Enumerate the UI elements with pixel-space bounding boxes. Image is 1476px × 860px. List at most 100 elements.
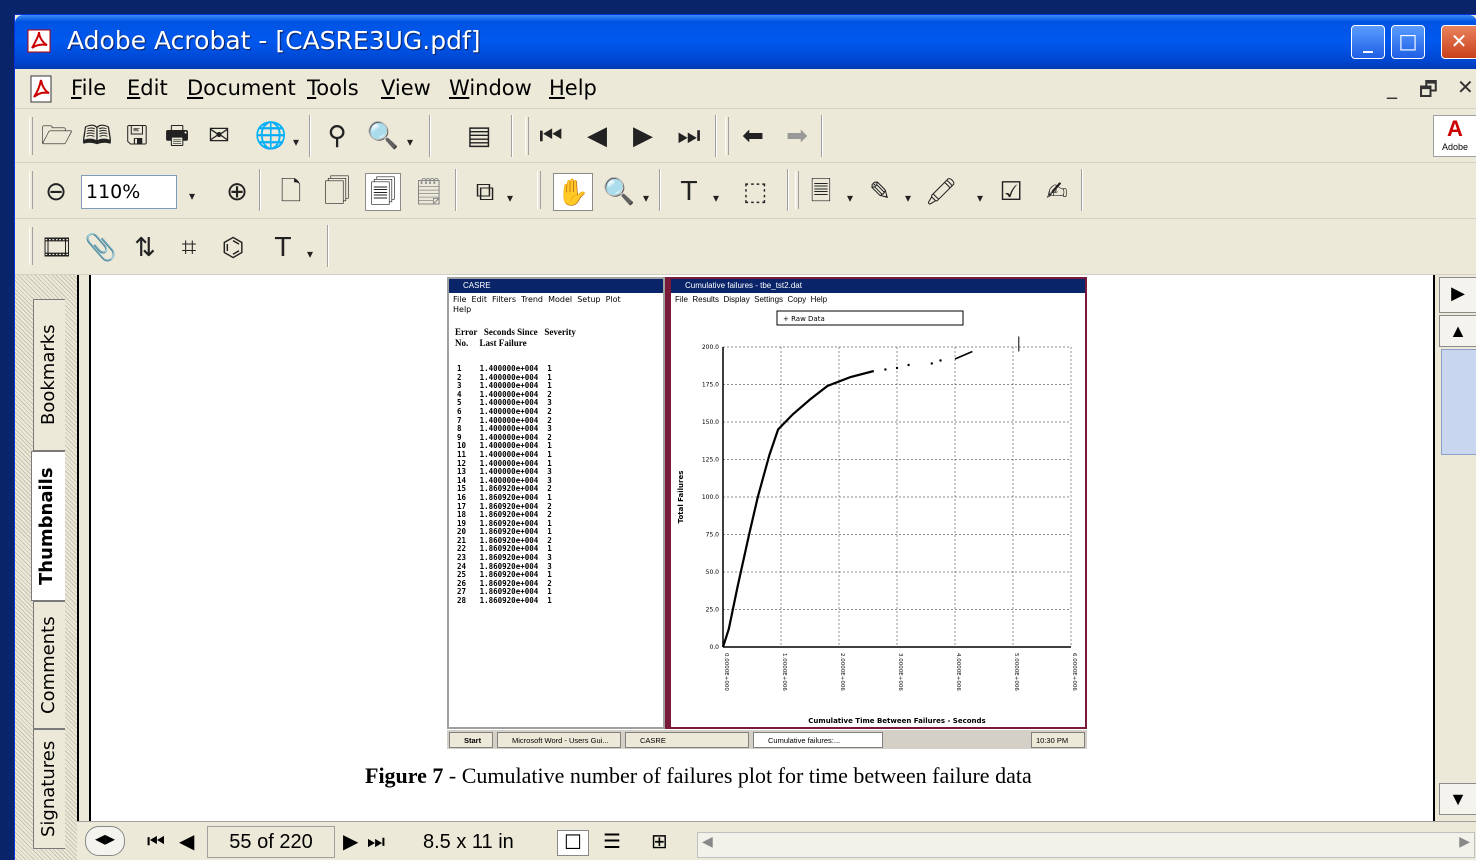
zoom-dropdown-chevron-icon[interactable]: ▾: [189, 189, 195, 203]
previous-page-icon[interactable]: ◀: [579, 117, 615, 155]
page-number-field[interactable]: 55 of 220: [207, 826, 335, 858]
adobe-logo[interactable]: A Adobe: [1433, 115, 1476, 157]
rotate-view-icon[interactable]: ⧉: [467, 173, 503, 211]
menu-view[interactable]: View: [381, 76, 431, 100]
continuous-facing-icon[interactable]: ⊞: [651, 830, 668, 854]
actual-size-icon[interactable]: 🗋: [273, 173, 309, 211]
menu-edit[interactable]: Edit: [127, 76, 168, 100]
zoom-input[interactable]: 110%: [81, 175, 177, 209]
tab-signatures[interactable]: Signatures: [33, 729, 65, 849]
previous-page-icon[interactable]: ◀: [179, 830, 194, 854]
toolbar-grip[interactable]: [29, 227, 33, 265]
minimize-button[interactable]: _: [1351, 25, 1385, 59]
tab-thumbnails[interactable]: Thumbnails: [31, 451, 65, 601]
pencil-tool-icon[interactable]: ✎: [865, 173, 895, 211]
toolbar-grip[interactable]: [525, 117, 529, 155]
save-icon[interactable]: 🖫: [119, 117, 155, 155]
chevron-down-icon[interactable]: ▾: [713, 191, 719, 205]
tab-bookmarks[interactable]: Bookmarks: [33, 299, 65, 451]
mdi-restore-button[interactable]: 🗗: [1419, 75, 1438, 109]
document-pane[interactable]: CASRE File Edit Filters Trend Model Setu…: [77, 275, 1435, 821]
web-icon[interactable]: 🌐: [253, 117, 289, 155]
chevron-down-icon[interactable]: ▾: [905, 191, 911, 205]
hand-tool-icon[interactable]: ✋: [553, 173, 593, 211]
snapshot-icon[interactable]: ⬚: [737, 173, 773, 211]
y-tick-label: 175.0: [702, 382, 719, 389]
menu-window[interactable]: Window: [449, 76, 532, 100]
horizontal-scrollbar[interactable]: ◀ ▶: [697, 832, 1475, 858]
single-page-icon[interactable]: ☐: [557, 830, 589, 856]
toolbar-edit: 🎞 📎 ⇅ ⌗ ⌬ T ▾: [15, 219, 1476, 275]
binoculars-icon[interactable]: ⚲: [319, 117, 355, 155]
fit-page-icon[interactable]: 🗍: [319, 173, 355, 211]
first-page-icon[interactable]: ⏮: [147, 830, 165, 854]
maximize-button[interactable]: □: [1391, 25, 1425, 59]
scroll-down-button[interactable]: ▼: [1439, 783, 1476, 815]
scroll-thumb[interactable]: [1441, 349, 1476, 455]
web-capture-icon[interactable]: 🕮: [79, 117, 115, 155]
menu-tools[interactable]: Tools: [307, 76, 359, 100]
x-tick-label: 1.0000E+006: [781, 653, 787, 691]
last-page-icon[interactable]: ⏭: [671, 117, 707, 155]
sign-icon[interactable]: ✍: [1039, 173, 1075, 211]
highlight-tool-icon[interactable]: 🖍: [923, 173, 959, 211]
text-select-icon[interactable]: T: [671, 173, 707, 211]
menu-file[interactable]: File: [71, 76, 106, 100]
crop-tool-icon[interactable]: ⌗: [171, 229, 207, 267]
chevron-down-icon[interactable]: ▾: [977, 191, 983, 205]
chevron-down-icon[interactable]: ▾: [407, 135, 413, 149]
touchup-text-icon[interactable]: T: [265, 229, 301, 267]
email-icon[interactable]: ✉: [201, 117, 237, 155]
title-bar: Adobe Acrobat - [CASRE3UG.pdf] _ □ ✕: [15, 15, 1476, 69]
spell-check-icon[interactable]: ☑: [993, 173, 1029, 211]
casre-data-rows: 1 1.400000e+004 12 1.400000e+004 13 1.40…: [457, 364, 552, 606]
menu-document[interactable]: Document: [187, 76, 296, 100]
scroll-up-button[interactable]: ▲: [1439, 315, 1476, 347]
toggle-navigation-icon[interactable]: ◂▸: [85, 826, 125, 856]
y-tick-label: 150.0: [702, 419, 719, 426]
attach-icon[interactable]: 📎: [83, 229, 119, 267]
open-folder-icon[interactable]: 🗁: [39, 117, 75, 155]
vertical-scrollbar[interactable]: ▶ ▲ ▼: [1435, 275, 1476, 821]
scroll-left-icon[interactable]: ◀: [702, 833, 713, 850]
toolbar-grip[interactable]: [725, 117, 729, 155]
zoom-out-icon[interactable]: ⊖: [41, 173, 71, 211]
continuous-icon[interactable]: ☰: [603, 830, 621, 854]
note-tool-icon[interactable]: 🗏: [803, 173, 839, 211]
casre-table-header: Error Seconds Since Severity No. Last Fa…: [455, 327, 576, 348]
next-page-icon[interactable]: ▶: [343, 830, 358, 854]
scroll-right-icon[interactable]: ▶: [1459, 833, 1470, 850]
go-back-icon[interactable]: ⬅: [735, 117, 771, 155]
touchup-object-icon[interactable]: ⌬: [215, 229, 251, 267]
toolbar-grip[interactable]: [795, 171, 799, 209]
tab-comments[interactable]: Comments: [33, 601, 65, 729]
close-button[interactable]: ✕: [1441, 25, 1476, 59]
menu-help[interactable]: Help: [549, 76, 597, 100]
toolbar-grip[interactable]: [537, 171, 541, 209]
first-page-icon[interactable]: ⏮: [533, 117, 569, 155]
y-tick-label: 25.0: [706, 607, 720, 614]
fit-width-icon[interactable]: 🗐: [365, 173, 401, 211]
chevron-down-icon[interactable]: ▾: [847, 191, 853, 205]
mdi-close-button[interactable]: ✕: [1457, 75, 1474, 99]
chevron-down-icon[interactable]: ▾: [307, 247, 313, 261]
chevron-down-icon[interactable]: ▾: [293, 135, 299, 149]
fit-visible-icon[interactable]: 🗒: [411, 173, 447, 211]
movie-tool-icon[interactable]: 🎞: [39, 229, 75, 267]
mdi-minimize-button[interactable]: _: [1387, 75, 1397, 99]
toolbar-grip[interactable]: [29, 117, 33, 155]
chevron-down-icon[interactable]: ▾: [643, 191, 649, 205]
touchup-order-icon[interactable]: ⇅: [127, 229, 163, 267]
zoom-in-icon[interactable]: ⊕: [219, 173, 255, 211]
next-page-arrow-icon[interactable]: ▶: [1439, 277, 1476, 313]
pdf-document-icon[interactable]: [29, 75, 55, 103]
search-icon[interactable]: 🔍: [365, 117, 401, 155]
printer-icon[interactable]: 🖶: [159, 117, 195, 155]
toolbar-grip[interactable]: [29, 171, 33, 209]
last-page-icon[interactable]: ⏭: [367, 830, 385, 854]
toolbar-separator: [715, 115, 717, 157]
show-navigation-pane-icon[interactable]: ▤: [461, 117, 497, 155]
next-page-icon[interactable]: ▶: [625, 117, 661, 155]
chevron-down-icon[interactable]: ▾: [507, 191, 513, 205]
zoom-tool-icon[interactable]: 🔍: [601, 173, 637, 211]
